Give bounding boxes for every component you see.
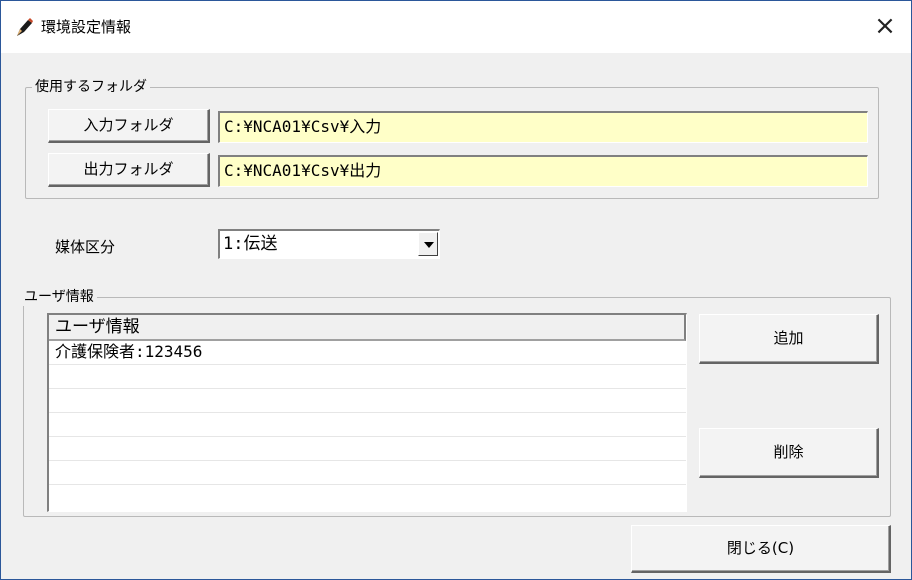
user-info-column-header[interactable]: ユーザ情報 <box>49 315 686 341</box>
list-item[interactable] <box>49 437 686 461</box>
media-type-label: 媒体区分 <box>55 238 116 256</box>
media-type-select[interactable]: 1:伝送 <box>218 229 440 259</box>
user-info-list[interactable]: ユーザ情報 介護保険者:123456 <box>47 313 687 512</box>
list-item[interactable]: 介護保険者:123456 <box>49 341 686 365</box>
settings-window: 環境設定情報 × 使用するフォルダ 入力フォルダ C:¥NCA01¥Csv¥入力… <box>0 0 912 580</box>
list-item[interactable] <box>49 413 686 437</box>
delete-button[interactable]: 削除 <box>699 428 879 478</box>
close-button-label: 閉じる(C) <box>726 539 795 557</box>
media-type-value: 1:伝送 <box>223 234 278 254</box>
chevron-down-icon[interactable] <box>418 232 438 256</box>
output-folder-path[interactable]: C:¥NCA01¥Csv¥出力 <box>218 155 868 187</box>
input-folder-button[interactable]: 入力フォルダ <box>48 109 210 143</box>
app-icon <box>17 18 33 36</box>
list-item[interactable] <box>49 389 686 413</box>
output-folder-button[interactable]: 出力フォルダ <box>48 153 210 187</box>
user-info-group-label: ユーザ情報 <box>21 288 97 306</box>
list-item[interactable] <box>49 461 686 485</box>
add-button[interactable]: 追加 <box>699 314 879 364</box>
window-title: 環境設定情報 <box>41 18 132 36</box>
folder-group-label: 使用するフォルダ <box>32 78 150 96</box>
title-bar: 環境設定情報 × <box>1 1 911 53</box>
close-icon[interactable]: × <box>859 1 911 53</box>
list-item[interactable] <box>49 365 686 389</box>
close-button[interactable]: 閉じる(C) <box>631 525 891 573</box>
input-folder-path[interactable]: C:¥NCA01¥Csv¥入力 <box>218 111 868 143</box>
